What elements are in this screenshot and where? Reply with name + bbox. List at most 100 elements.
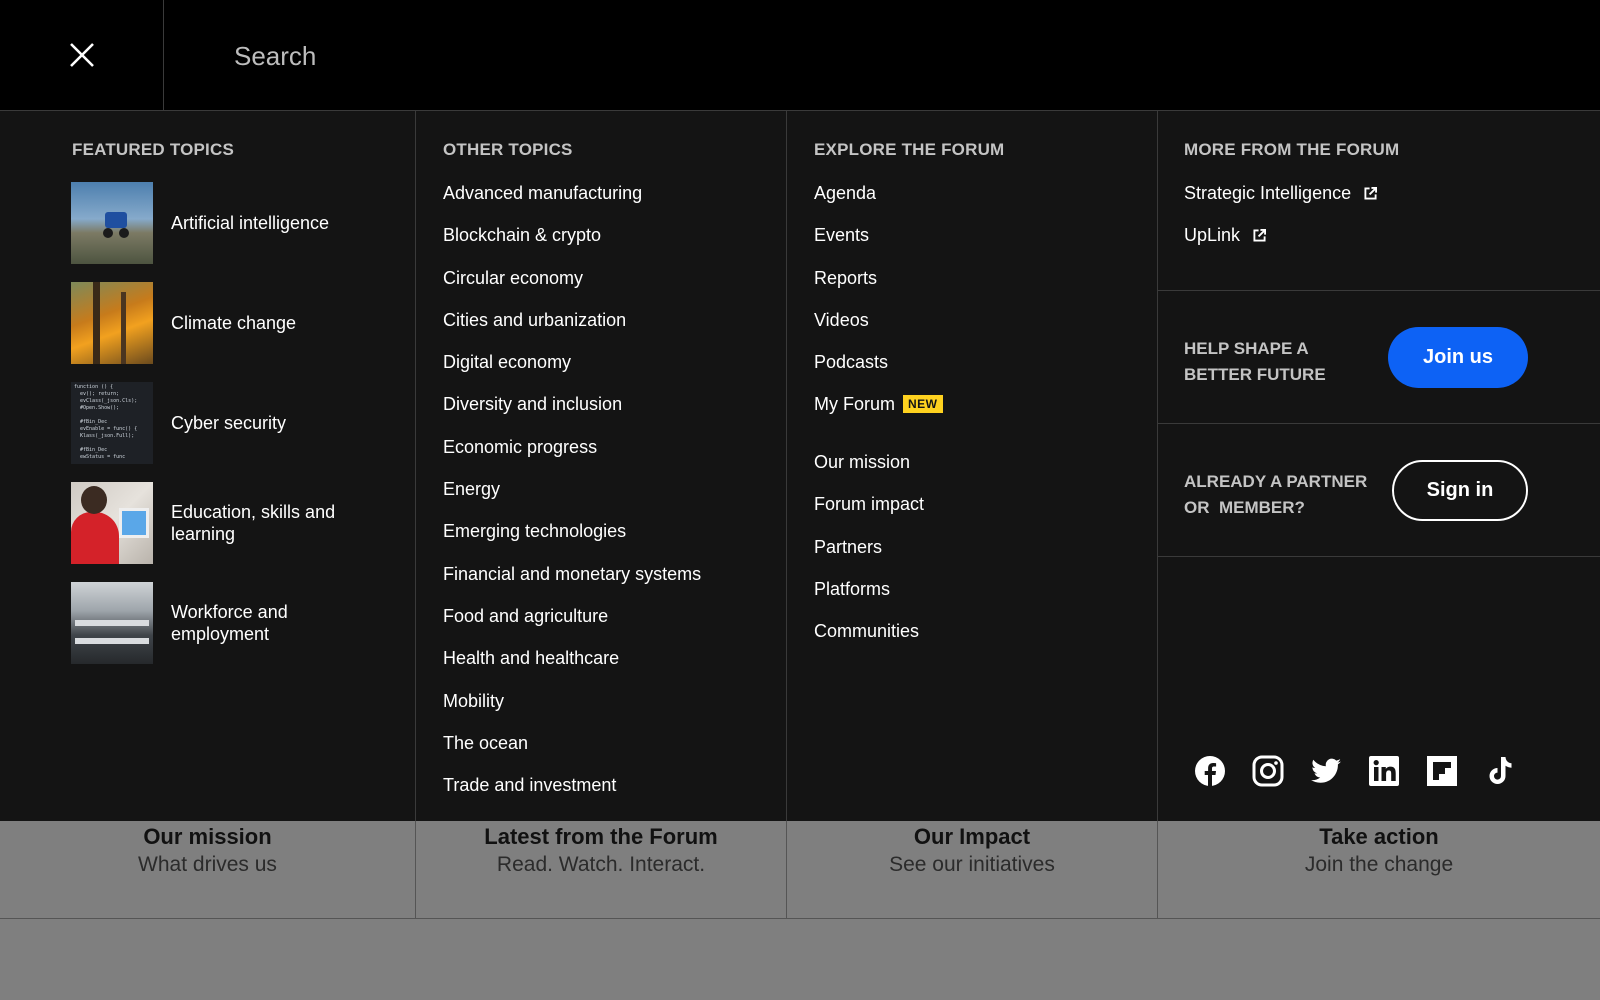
other-topic-link[interactable]: Blockchain & crypto (443, 224, 701, 266)
tile-title: Our Impact (913, 824, 1031, 849)
other-topics-list: Advanced manufacturing Blockchain & cryp… (443, 182, 701, 816)
help-shape-text: HELP SHAPE A BETTER FUTURE (1184, 336, 1326, 388)
tile-take-action[interactable]: Take action Join the change (1158, 821, 1600, 919)
featured-topic-cyber[interactable]: function () { ev(); return; evClass(_jso… (71, 382, 371, 464)
explore-link-reports[interactable]: Reports (814, 267, 943, 309)
explore-link-partners[interactable]: Partners (814, 536, 924, 578)
new-badge: NEW (903, 395, 943, 414)
close-icon[interactable] (69, 42, 95, 68)
featured-topic-ai[interactable]: Artificial intelligence (71, 182, 371, 264)
tiktok-icon[interactable] (1484, 755, 1516, 787)
person-shape (71, 512, 119, 564)
other-topic-link[interactable]: The ocean (443, 732, 701, 774)
other-topic-link[interactable]: Digital economy (443, 351, 701, 393)
featured-topic-label: Workforce and employment (171, 602, 288, 644)
office-workers-thumbnail (71, 582, 153, 664)
help-shape-line: BETTER FUTURE (1184, 365, 1326, 384)
tiles-bottom-border (0, 918, 1600, 919)
featured-topic-label: Artificial intelligence (171, 213, 330, 233)
code-screen-thumbnail: function () { ev(); return; evClass(_jso… (71, 382, 153, 464)
explore-link-agenda[interactable]: Agenda (814, 182, 943, 224)
other-topic-link[interactable]: Financial and monetary systems (443, 563, 701, 605)
tile-title: Our mission (143, 824, 272, 849)
featured-topics-list: Artificial intelligence Climate change f… (71, 182, 371, 682)
partner-line: ALREADY A PARTNER (1184, 472, 1368, 491)
tile-subtitle: See our initiatives (889, 853, 1055, 876)
explore-link-our-mission[interactable]: Our mission (814, 451, 924, 493)
explore-forum-list: Agenda Events Reports Videos Podcasts My… (814, 182, 943, 436)
other-topic-link[interactable]: Health and healthcare (443, 647, 701, 689)
close-button[interactable] (0, 0, 164, 110)
other-topics-heading: OTHER TOPICS (443, 140, 573, 159)
tile-latest[interactable]: Latest from the Forum Read. Watch. Inter… (416, 821, 787, 919)
join-us-button[interactable]: Join us (1388, 327, 1528, 388)
tile-title: Latest from the Forum (484, 824, 718, 849)
monitor-shape (119, 508, 149, 538)
featured-topic-climate[interactable]: Climate change (71, 282, 371, 364)
section-divider (1158, 290, 1600, 291)
explore-link-communities[interactable]: Communities (814, 620, 924, 662)
other-topic-link[interactable]: Economic progress (443, 436, 701, 478)
robot-wheel (103, 228, 113, 238)
partner-line: OR MEMBER? (1184, 498, 1305, 517)
external-link-icon (1364, 187, 1378, 200)
flipboard-icon[interactable] (1426, 755, 1458, 787)
featured-topics-column: FEATURED TOPICS Artificial intelligence … (0, 111, 415, 821)
search-input[interactable] (234, 34, 934, 78)
section-divider (1158, 556, 1600, 557)
other-topic-link[interactable]: Energy (443, 478, 701, 520)
section-divider (1158, 423, 1600, 424)
other-topic-link[interactable]: Circular economy (443, 267, 701, 309)
linkedin-icon[interactable] (1368, 755, 1400, 787)
robot-shape (105, 212, 127, 228)
my-forum-label: My Forum (814, 394, 895, 415)
partner-member-text: ALREADY A PARTNER OR MEMBER? (1184, 469, 1367, 521)
tree-trunk (121, 292, 126, 364)
explore-link-events[interactable]: Events (814, 224, 943, 266)
robot-field-thumbnail (71, 182, 153, 264)
explore-forum-heading: EXPLORE THE FORUM (814, 140, 1005, 159)
explore-link-my-forum[interactable]: My Forum NEW (814, 393, 943, 435)
other-topic-link[interactable]: Emerging technologies (443, 520, 701, 562)
explore-link-forum-impact[interactable]: Forum impact (814, 493, 924, 535)
featured-topic-workforce[interactable]: Workforce and employment (71, 582, 371, 664)
uplink-link[interactable]: UpLink (1184, 224, 1377, 266)
other-topic-link[interactable]: Cities and urbanization (443, 309, 701, 351)
more-forum-list: Strategic Intelligence UpLink (1184, 182, 1378, 267)
twitter-icon[interactable] (1310, 755, 1342, 787)
bottom-tiles: Our mission What drives us Latest from t… (0, 821, 1600, 919)
featured-topic-education[interactable]: Education, skills and learning (71, 482, 371, 564)
featured-topic-label: Climate change (171, 313, 297, 333)
more-forum-heading: MORE FROM THE FORUM (1184, 140, 1400, 159)
wildfire-trees-thumbnail (71, 282, 153, 364)
explore-link-platforms[interactable]: Platforms (814, 578, 924, 620)
other-topics-column: OTHER TOPICS Advanced manufacturing Bloc… (415, 111, 786, 821)
explore-link-podcasts[interactable]: Podcasts (814, 351, 943, 393)
other-topic-link[interactable]: Mobility (443, 690, 701, 732)
external-link-icon (1253, 229, 1267, 242)
facebook-icon[interactable] (1194, 755, 1226, 787)
help-shape-line: HELP SHAPE A (1184, 339, 1309, 358)
desk-shape (75, 620, 149, 626)
tile-subtitle: What drives us (138, 853, 277, 876)
tile-title: Take action (1319, 824, 1439, 849)
more-forum-column: MORE FROM THE FORUM Strategic Intelligen… (1157, 111, 1600, 821)
explore-link-videos[interactable]: Videos (814, 309, 943, 351)
desk-shape (75, 638, 149, 644)
instagram-icon[interactable] (1252, 755, 1284, 787)
tile-our-mission[interactable]: Our mission What drives us (0, 821, 416, 919)
strategic-intelligence-link[interactable]: Strategic Intelligence (1184, 182, 1378, 224)
mega-menu: FEATURED TOPICS Artificial intelligence … (0, 111, 1600, 821)
sign-in-button[interactable]: Sign in (1392, 460, 1528, 521)
other-topic-link[interactable]: Food and agriculture (443, 605, 701, 647)
tile-subtitle: Join the change (1304, 853, 1454, 876)
person-head (81, 486, 107, 514)
about-forum-list: Our mission Forum impact Partners Platfo… (814, 451, 924, 662)
other-topic-link[interactable]: Diversity and inclusion (443, 393, 701, 435)
other-topic-link[interactable]: Advanced manufacturing (443, 182, 701, 224)
tile-our-impact[interactable]: Our Impact See our initiatives (787, 821, 1158, 919)
link-label: UpLink (1184, 225, 1241, 246)
social-links (1194, 755, 1516, 787)
featured-topic-label: Education, skills and learning (171, 502, 336, 544)
other-topic-link[interactable]: Trade and investment (443, 774, 701, 816)
